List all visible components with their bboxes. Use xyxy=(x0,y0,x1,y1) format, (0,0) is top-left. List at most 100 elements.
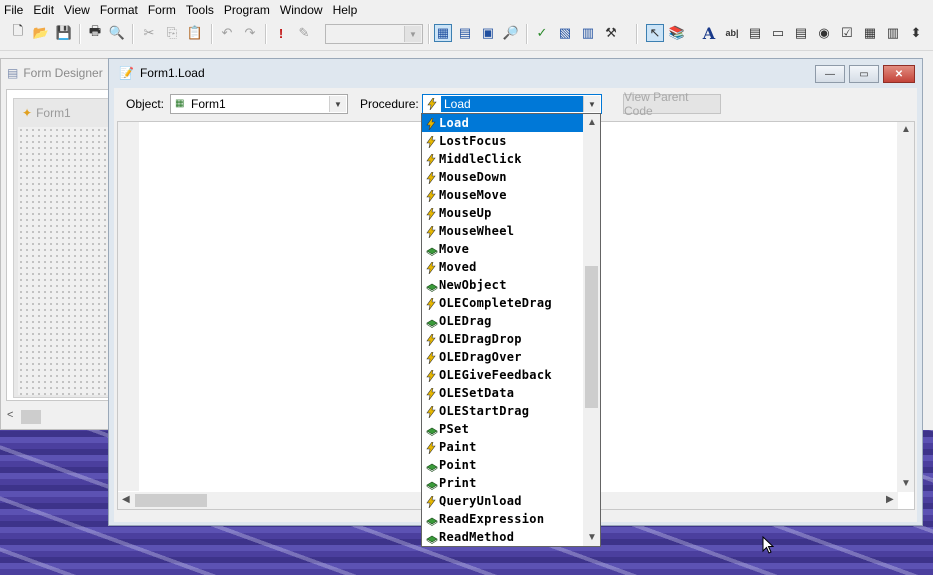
properties-icon[interactable]: ▣ xyxy=(479,24,497,42)
procedure-list-item[interactable]: LostFocus xyxy=(422,132,584,150)
maximize-button[interactable]: ▭ xyxy=(849,65,879,83)
undo-icon[interactable]: ↶ xyxy=(218,24,236,42)
dropdown-vscrollbar[interactable]: ▲ ▼ xyxy=(583,114,600,546)
menu-window[interactable]: Window xyxy=(275,0,328,20)
procedure-list-item[interactable]: Point xyxy=(422,456,584,474)
spinner-icon[interactable]: ⬍ xyxy=(907,24,925,42)
procedure-list-item[interactable]: Print xyxy=(422,474,584,492)
close-button[interactable]: ✕ xyxy=(883,65,915,83)
label-icon[interactable]: A xyxy=(700,24,718,43)
open-folder-icon[interactable]: 📂 xyxy=(32,24,50,42)
copy-icon[interactable]: ⎘ xyxy=(163,24,181,42)
library-icon[interactable]: 📚 xyxy=(668,24,686,42)
procedure-list-item[interactable]: Moved xyxy=(422,258,584,276)
menu-form[interactable]: Form xyxy=(143,0,181,20)
procedure-list-item[interactable]: OLEGiveFeedback xyxy=(422,366,584,384)
form-designer-window[interactable]: ▤ Form Designer ✦ Form1 < xyxy=(0,58,113,430)
toolbar-separator xyxy=(211,24,213,44)
procedure-list-item[interactable]: ReadExpression xyxy=(422,510,584,528)
cut-icon[interactable]: ✂ xyxy=(140,24,158,42)
event-bolt-icon xyxy=(426,441,436,455)
textbox-icon[interactable]: ab| xyxy=(723,24,741,42)
print-icon[interactable]: 🖶 xyxy=(86,23,104,42)
save-icon[interactable]: 💾 xyxy=(55,24,73,42)
format-icon[interactable]: ✎ xyxy=(295,24,313,42)
scroll-thumb[interactable] xyxy=(135,494,207,507)
paste-icon[interactable]: 📋 xyxy=(186,24,204,42)
procedure-list-item[interactable]: PSet xyxy=(422,420,584,438)
radio-icon[interactable]: ◉ xyxy=(815,24,833,42)
procedure-dropdown-list[interactable]: Load LostFocus MiddleClick MouseDown MouseMo… xyxy=(421,113,601,547)
form-icon: ✦ xyxy=(22,106,33,120)
grid-icon[interactable]: ▦ xyxy=(861,24,879,42)
procedure-list-item[interactable]: MouseUp xyxy=(422,204,584,222)
scroll-left-icon[interactable]: ◀ xyxy=(122,494,130,505)
procedure-name: ReadMethod xyxy=(439,530,515,544)
procedure-list-item[interactable]: OLESetData xyxy=(422,384,584,402)
menu-view[interactable]: View xyxy=(59,0,95,20)
procedure-list-item[interactable]: OLEStartDrag xyxy=(422,402,584,420)
procedure-list-item[interactable]: MouseMove xyxy=(422,186,584,204)
combo-icon[interactable]: ▥ xyxy=(884,24,902,42)
menu-editor-icon[interactable]: ▥ xyxy=(579,24,597,42)
scroll-thumb[interactable] xyxy=(585,266,598,408)
menu-file[interactable]: File xyxy=(0,0,28,20)
check-icon[interactable]: ✓ xyxy=(533,24,551,42)
form-designer-hscrollbar[interactable]: < xyxy=(5,409,109,425)
procedure-list-item[interactable]: NewObject xyxy=(422,276,584,294)
procedure-list-item[interactable]: QueryUnload xyxy=(422,492,584,510)
new-file-icon[interactable]: 🗋 xyxy=(9,23,27,42)
procedure-list-item[interactable]: ReadMethod xyxy=(422,528,584,546)
scroll-down-icon[interactable]: ▼ xyxy=(587,532,597,543)
procedure-name: OLESetData xyxy=(439,386,515,400)
button-icon[interactable]: ▭ xyxy=(769,24,787,42)
code-window-titlebar[interactable]: 📝 Form1.Load — ▭ ✕ xyxy=(109,59,922,88)
procedure-list-item[interactable]: OLEDrag xyxy=(422,312,584,330)
toolbar-combo[interactable]: ▼ xyxy=(325,24,423,44)
procedure-list-item[interactable]: MiddleClick xyxy=(422,150,584,168)
redo-icon[interactable]: ↷ xyxy=(241,24,259,42)
code-window-icon[interactable]: ▤ xyxy=(456,24,474,42)
checkbox-icon[interactable]: ☑ xyxy=(838,24,856,42)
procedure-list-item[interactable]: OLEDragOver xyxy=(422,348,584,366)
procedure-list-item[interactable]: Move xyxy=(422,240,584,258)
scroll-up-icon[interactable]: ▲ xyxy=(587,117,597,128)
scroll-up-icon[interactable]: ▲ xyxy=(901,124,911,135)
procedure-list-item[interactable]: Load xyxy=(422,114,584,132)
menu-format[interactable]: Format xyxy=(95,0,143,20)
design-grid[interactable] xyxy=(18,127,110,395)
chevron-down-icon[interactable]: ▼ xyxy=(329,96,346,112)
tools-icon[interactable]: ⚒ xyxy=(602,24,620,42)
procedure-list-items: Load LostFocus MiddleClick MouseDown MouseMo… xyxy=(422,114,584,546)
procedure-combo[interactable]: Load ▼ xyxy=(422,94,602,114)
event-bolt-icon xyxy=(426,207,436,221)
edit-code-icon[interactable]: ▧ xyxy=(556,24,574,42)
editor-vscrollbar[interactable]: ▲ ▼ xyxy=(897,122,914,492)
object-combo[interactable]: ▦ Form1 ▼ xyxy=(170,94,348,114)
print-preview-icon[interactable]: 🔍 xyxy=(108,24,126,42)
menu-help[interactable]: Help xyxy=(328,0,363,20)
scroll-thumb[interactable] xyxy=(21,410,41,424)
minimize-button[interactable]: — xyxy=(815,65,845,83)
pointer-icon[interactable]: ↖ xyxy=(646,24,664,42)
chevron-down-icon[interactable]: ▼ xyxy=(583,96,600,112)
grid-view-icon[interactable]: ▦ xyxy=(434,24,452,42)
menu-edit[interactable]: Edit xyxy=(28,0,59,20)
menu-tools[interactable]: Tools xyxy=(181,0,219,20)
frame-icon[interactable]: ▤ xyxy=(792,24,810,42)
object-browser-icon[interactable]: 🔎 xyxy=(502,24,520,42)
procedure-list-item[interactable]: MouseDown xyxy=(422,168,584,186)
procedure-list-item[interactable]: MouseWheel xyxy=(422,222,584,240)
scroll-right-icon[interactable]: ▶ xyxy=(886,494,894,505)
form1-design-surface[interactable]: ✦ Form1 xyxy=(13,98,113,398)
run-icon[interactable]: ! xyxy=(272,24,290,42)
scroll-left-icon[interactable]: < xyxy=(7,409,13,421)
procedure-list-item[interactable]: OLEDragDrop xyxy=(422,330,584,348)
procedure-list-item[interactable]: Paint xyxy=(422,438,584,456)
menu-program[interactable]: Program xyxy=(219,0,275,20)
procedure-list-item[interactable]: OLECompleteDrag xyxy=(422,294,584,312)
scroll-down-icon[interactable]: ▼ xyxy=(901,478,911,489)
listbox-icon[interactable]: ▤ xyxy=(746,24,764,42)
form-designer-canvas[interactable]: ✦ Form1 xyxy=(6,89,113,401)
view-parent-code-button[interactable]: View Parent Code xyxy=(623,90,721,118)
